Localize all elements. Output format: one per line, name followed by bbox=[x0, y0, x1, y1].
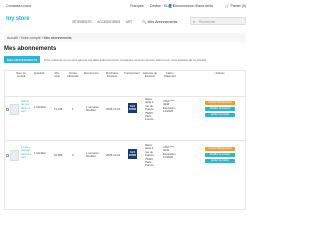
user-name: Iliana delta bbox=[195, 4, 213, 8]
card-value: VISA **** 4242 Expiration 12/2026 bbox=[163, 145, 176, 160]
breadcrumb: Accueil / Votre compte / Mes abonnements bbox=[4, 33, 246, 42]
edit-delivery-button[interactable]: Modifier la livraison bbox=[205, 107, 235, 112]
card-value: VISA **** 4242 Expiration 12/2026 bbox=[163, 99, 176, 114]
column-header-product: Nom du produit bbox=[16, 71, 26, 79]
search-input[interactable]: ⌕ Rechercher bbox=[190, 17, 246, 25]
column-header-address: Adresse de livraison bbox=[142, 71, 158, 79]
row-checkbox[interactable] bbox=[6, 154, 9, 157]
column-header-price: Prix total bbox=[54, 71, 60, 79]
cart-icon: 🛒 bbox=[225, 4, 230, 8]
subscriptions-link[interactable]: 🔍 Mes Abonnements bbox=[142, 20, 177, 24]
address-value: Iliana delta 1 rue de France 75000 Paris… bbox=[145, 143, 154, 168]
breadcrumb-current: Mes abonnements bbox=[43, 36, 72, 40]
magnifier-icon: ⌕ bbox=[193, 19, 196, 24]
column-header-card: Carte / Paiement bbox=[164, 71, 176, 79]
breadcrumb-account[interactable]: Votre compte bbox=[21, 36, 41, 40]
price-value: 13,16€ bbox=[54, 107, 63, 111]
store-logo[interactable]: my store bbox=[6, 16, 30, 22]
nav-item-clothes[interactable]: VÊTEMENTS bbox=[72, 20, 91, 24]
price-value: 22,56€ bbox=[54, 153, 63, 157]
product-name-link[interactable]: Canon de nos dieux 1 Lait bbox=[21, 99, 33, 114]
nav-item-art[interactable]: ART bbox=[126, 20, 132, 24]
carrier-logo: GLS PARIS bbox=[128, 103, 137, 113]
carrier-logo: GLS PARIS bbox=[128, 149, 137, 159]
address-value: Iliana delta 1 rue de France 75000 Paris… bbox=[145, 97, 154, 122]
recurrence-value[interactable]: 1 semaine Modifier bbox=[86, 105, 100, 113]
main-nav: VÊTEMENTS ACCESSOIRES ART bbox=[72, 20, 137, 24]
top-bar: Contactez-nous Français Devise : EUR € 👤… bbox=[0, 0, 250, 12]
quantity-value: 1 Modifier bbox=[34, 151, 47, 155]
edit-delivery-button[interactable]: Modifier la livraison bbox=[205, 153, 235, 158]
search-placeholder: Rechercher bbox=[199, 20, 216, 24]
cart-link[interactable]: 🛒 Panier (0) bbox=[225, 4, 246, 8]
page-title: Mes abonnements bbox=[4, 46, 57, 52]
table-divider bbox=[4, 140, 246, 141]
product-name-link[interactable]: 1 Lait + Horloge deluxe 1 Lait bbox=[21, 145, 33, 160]
product-thumbnail bbox=[10, 150, 19, 161]
adjust-product-button[interactable]: Ajuster le produit bbox=[205, 159, 235, 164]
next-delivery-value: 2025-10-23 bbox=[106, 107, 121, 111]
product-thumbnail bbox=[10, 104, 19, 115]
done-value: 1 bbox=[72, 107, 74, 111]
nav-item-accessories[interactable]: ACCESSOIRES bbox=[97, 20, 120, 24]
column-header-done: Durée effectuée bbox=[67, 71, 79, 79]
info-notice: Pour anticiper ou ne plus ignorer les da… bbox=[44, 58, 207, 62]
recurrence-value[interactable]: 1 semaine Modifier bbox=[86, 151, 100, 159]
next-delivery-value: 2025-10-21 bbox=[106, 153, 121, 157]
done-value: 0 bbox=[72, 153, 74, 157]
logout-link[interactable]: 👤 Déconnexion Iliana delta bbox=[168, 4, 213, 8]
adjust-product-button[interactable]: Ajuster le produit bbox=[205, 113, 235, 118]
quantity-value: 1 Modifier bbox=[34, 105, 47, 109]
contact-link[interactable]: Contactez-nous bbox=[6, 4, 31, 8]
cancel-subscription-button[interactable]: Annuler l'abonnement bbox=[205, 101, 235, 106]
column-header-carrier: Transporteur bbox=[124, 71, 140, 75]
tab-subscriptions[interactable]: MES ABONNEMENTS bbox=[4, 56, 40, 63]
column-header-next: Prochaine livraison bbox=[105, 71, 119, 79]
column-header-quantity: Quantité bbox=[33, 71, 45, 75]
column-header-actions: Actions bbox=[215, 71, 225, 75]
language-selector[interactable]: Français bbox=[130, 4, 144, 8]
cancel-subscription-button[interactable]: Annuler l'abonnement bbox=[205, 147, 235, 152]
breadcrumb-home[interactable]: Accueil bbox=[7, 36, 18, 40]
column-header-recurrence: Récurrence bbox=[84, 71, 99, 75]
table-divider bbox=[4, 96, 246, 97]
row-checkbox[interactable] bbox=[6, 108, 9, 111]
